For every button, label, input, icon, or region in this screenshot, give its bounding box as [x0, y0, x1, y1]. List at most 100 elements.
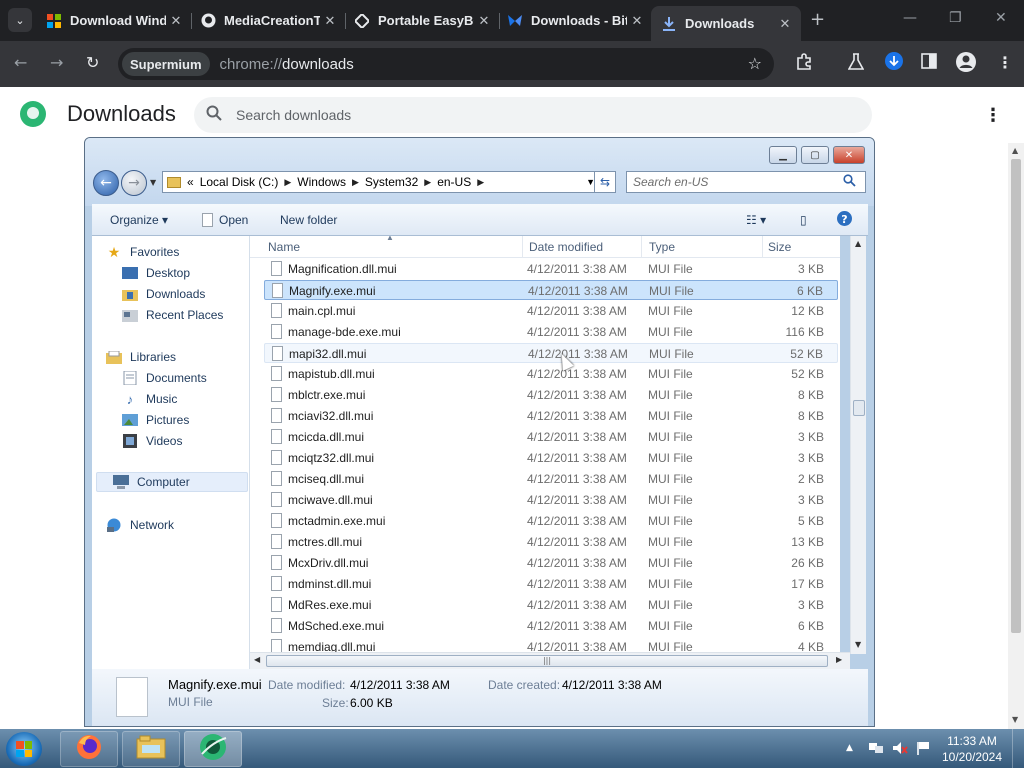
new-folder-button[interactable]: New folder — [280, 213, 337, 227]
recent-pages-chevron-icon[interactable]: ▼ — [150, 178, 156, 187]
downloads-search-box[interactable] — [194, 97, 872, 133]
breadcrumb-arrow-icon[interactable]: ▶ — [284, 177, 291, 188]
close-tab-icon[interactable]: ✕ — [474, 13, 494, 29]
explorer-address-bar[interactable]: « Local Disk (C:) ▶ Windows ▶ System32 ▶… — [162, 171, 602, 193]
close-tab-icon[interactable]: ✕ — [775, 16, 795, 32]
change-view-icon[interactable]: ☷ ▾ — [746, 213, 766, 227]
nav-network[interactable]: Network — [106, 515, 174, 535]
new-tab-plus-icon[interactable]: + — [810, 9, 825, 30]
nav-downloads[interactable]: Downloads — [122, 284, 205, 304]
table-row[interactable]: mciavi32.dll.mui 4/12/2011 3:38 AM MUI Fil… — [264, 406, 838, 426]
table-row[interactable]: mapi32.dll.mui 4/12/2011 3:38 AM MUI File 5… — [264, 343, 838, 363]
scroll-left-arrow-icon[interactable]: ◀ — [254, 655, 260, 664]
preview-pane-icon[interactable]: ▯ — [800, 213, 807, 227]
nav-pictures[interactable]: Pictures — [122, 410, 189, 430]
table-row[interactable]: mdminst.dll.mui 4/12/2011 3:38 AM MUI File… — [264, 574, 838, 594]
table-row[interactable]: mctres.dll.mui 4/12/2011 3:38 AM MUI File 1… — [264, 532, 838, 552]
table-row[interactable]: main.cpl.mui 4/12/2011 3:38 AM MUI File 12 … — [264, 301, 838, 321]
table-row[interactable]: mapistub.dll.mui 4/12/2011 3:38 AM MUI Fil… — [264, 364, 838, 384]
close-tab-icon[interactable]: ✕ — [627, 13, 647, 29]
scroll-down-arrow-icon[interactable]: ▼ — [1012, 715, 1018, 724]
open-button[interactable]: Open — [202, 213, 248, 227]
explorer-close-button[interactable]: ✕ — [833, 146, 865, 164]
tab-downloads-active[interactable]: Downloads ✕ — [651, 6, 801, 41]
search-icon[interactable] — [843, 174, 856, 190]
breadcrumb-windows[interactable]: Windows — [297, 175, 346, 189]
organize-menu-button[interactable]: Organize ▾ — [110, 213, 168, 227]
forward-arrow-icon[interactable]: → — [50, 53, 63, 72]
nav-recent-places[interactable]: Recent Places — [122, 305, 223, 325]
scroll-up-arrow-icon[interactable]: ▲ — [855, 239, 861, 248]
search-en-us-input[interactable] — [633, 175, 843, 189]
file-list-vertical-scrollbar[interactable]: ▲ ▼ — [850, 236, 866, 654]
download-manager-extension-icon[interactable] — [884, 51, 904, 75]
tab-mediacreationtool[interactable]: MediaCreationTool ✕ — [200, 6, 346, 35]
page-scrollbar[interactable]: ▲ ▼ — [1008, 143, 1024, 731]
tab-downloads-bit[interactable]: Downloads - Bit ✕ — [507, 6, 647, 35]
breadcrumb-system32[interactable]: System32 — [365, 175, 418, 189]
scroll-down-arrow-icon[interactable]: ▼ — [855, 640, 861, 649]
bookmark-star-icon[interactable]: ☆ — [748, 54, 762, 73]
browser-menu-kebab-icon[interactable]: ⋮ — [997, 53, 1013, 72]
breadcrumb-local-disk[interactable]: Local Disk (C:) — [200, 175, 279, 189]
help-icon[interactable]: ? — [836, 210, 853, 230]
breadcrumb-en-us[interactable]: en-US — [437, 175, 471, 189]
column-divider[interactable] — [762, 236, 763, 258]
profile-avatar-icon[interactable] — [955, 51, 977, 77]
taskbar-firefox-button[interactable] — [60, 731, 118, 767]
tab-search-chevron-icon[interactable]: ⌄ — [8, 8, 32, 32]
search-downloads-input[interactable] — [236, 107, 836, 123]
side-panel-icon[interactable] — [921, 53, 937, 73]
explorer-search-box[interactable] — [626, 171, 866, 193]
table-row[interactable]: MdRes.exe.mui 4/12/2011 3:38 AM MUI File 3 … — [264, 595, 838, 615]
close-tab-icon[interactable]: ✕ — [166, 13, 186, 29]
table-row[interactable]: manage-bde.exe.mui 4/12/2011 3:38 AM MUI F… — [264, 322, 838, 342]
nav-favorites[interactable]: ★ Favorites — [106, 242, 180, 262]
restore-window-icon[interactable]: ❐ — [949, 10, 962, 26]
breadcrumb-arrow-icon[interactable]: ▶ — [477, 177, 484, 188]
refresh-icon[interactable]: ⇆ — [594, 171, 616, 193]
start-button[interactable] — [6, 732, 42, 766]
column-type-header[interactable]: Type — [649, 240, 675, 254]
system-clock[interactable]: 11:33 AM 10/20/2024 — [940, 733, 1004, 765]
breadcrumb-arrow-icon[interactable]: ▶ — [352, 177, 359, 188]
breadcrumb-overflow[interactable]: « — [187, 175, 194, 189]
table-row[interactable]: McxDriv.dll.mui 4/12/2011 3:38 AM MUI File… — [264, 553, 838, 573]
nav-videos[interactable]: Videos — [122, 431, 182, 451]
volume-muted-icon[interactable] — [892, 741, 908, 758]
downloads-menu-kebab-icon[interactable]: ⋮ — [984, 105, 1002, 126]
explorer-forward-button[interactable]: → — [121, 170, 147, 196]
tab-download-windows[interactable]: Download Windows ✕ — [46, 6, 192, 35]
column-name-header[interactable]: Name — [268, 240, 300, 254]
tab-portable-easybcd[interactable]: Portable EasyBCD ✕ — [354, 6, 500, 35]
nav-computer[interactable]: Computer — [96, 472, 248, 492]
close-window-icon[interactable]: ✕ — [995, 10, 1007, 26]
minimize-window-icon[interactable]: — — [903, 10, 917, 26]
nav-desktop[interactable]: Desktop — [122, 263, 190, 283]
table-row[interactable]: mciseq.dll.mui 4/12/2011 3:38 AM MUI File 2… — [264, 469, 838, 489]
extensions-puzzle-icon[interactable] — [795, 53, 813, 75]
horizontal-scroll-thumb[interactable]: ||| — [266, 655, 828, 667]
column-divider[interactable] — [641, 236, 642, 258]
file-list-horizontal-scrollbar[interactable]: ◀ ||| ▶ — [250, 652, 850, 669]
table-row[interactable]: mcicda.dll.mui 4/12/2011 3:38 AM MUI File 3… — [264, 427, 838, 447]
explorer-back-button[interactable]: ← — [93, 170, 119, 196]
page-scroll-thumb[interactable] — [1011, 159, 1021, 633]
address-bar[interactable]: Supermium chrome://downloads ☆ — [118, 48, 774, 80]
table-row[interactable]: mciwave.dll.mui 4/12/2011 3:38 AM MUI File… — [264, 490, 838, 510]
column-divider[interactable] — [522, 236, 523, 258]
table-row[interactable]: mciqtz32.dll.mui 4/12/2011 3:38 AM MUI Fil… — [264, 448, 838, 468]
back-arrow-icon[interactable]: ← — [14, 53, 27, 72]
labs-flask-icon[interactable] — [847, 53, 865, 75]
browser-name-chip[interactable]: Supermium — [122, 52, 210, 76]
close-tab-icon[interactable]: ✕ — [320, 13, 340, 29]
nav-music[interactable]: ♪ Music — [122, 389, 178, 409]
scroll-right-arrow-icon[interactable]: ▶ — [836, 655, 842, 664]
table-row[interactable]: Magnification.dll.mui 4/12/2011 3:38 AM MU… — [264, 259, 838, 279]
explorer-maximize-button[interactable]: ▢ — [801, 146, 829, 164]
taskbar-supermium-button[interactable] — [184, 731, 242, 767]
table-row[interactable]: mblctr.exe.mui 4/12/2011 3:38 AM MUI File 8… — [264, 385, 838, 405]
table-row[interactable]: MdSched.exe.mui 4/12/2011 3:38 AM MUI File… — [264, 616, 838, 636]
taskbar-explorer-button[interactable] — [122, 731, 180, 767]
scroll-up-arrow-icon[interactable]: ▲ — [1012, 146, 1018, 155]
